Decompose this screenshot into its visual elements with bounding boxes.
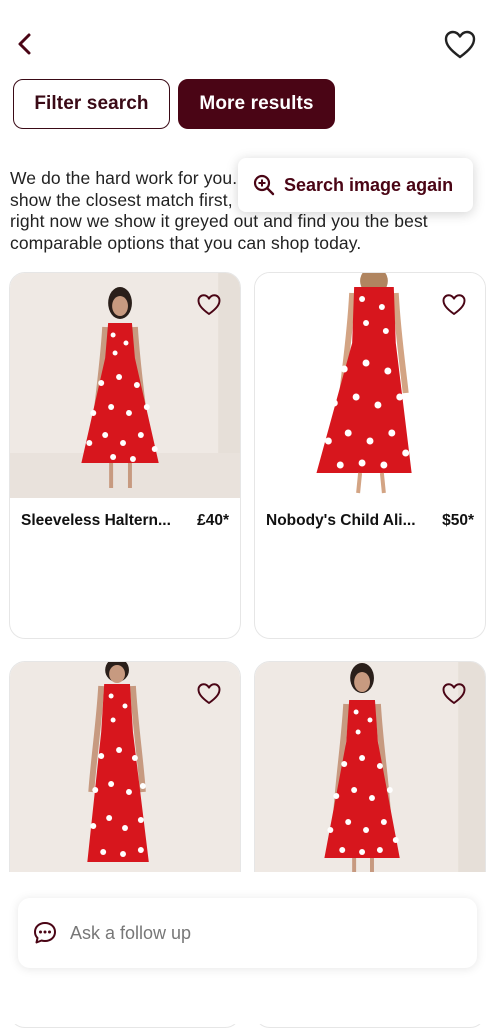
search-image-again-label: Search image again	[284, 174, 454, 195]
product-price: £40*	[197, 512, 229, 529]
product-favorite-button[interactable]	[441, 682, 467, 706]
product-card[interactable]: Nobody's Child Ali... $50*	[254, 272, 486, 639]
product-card[interactable]: Sleeveless Haltern... £40*	[9, 272, 241, 639]
product-title: Sleeveless Haltern...	[21, 512, 171, 529]
heart-outline-icon	[442, 294, 466, 315]
favorite-button[interactable]	[443, 29, 477, 61]
heart-outline-icon	[444, 30, 476, 59]
product-title: Nobody's Child Ali...	[266, 512, 416, 529]
product-price: $50*	[442, 512, 474, 529]
product-favorite-button[interactable]	[196, 682, 222, 706]
search-image-again-button[interactable]: Search image again	[238, 158, 473, 212]
chevron-left-icon	[18, 33, 31, 55]
more-results-button[interactable]: More results	[178, 79, 335, 129]
heart-outline-icon	[442, 683, 466, 704]
follow-up-input[interactable]	[68, 921, 432, 945]
heart-outline-icon	[197, 294, 221, 315]
zoom-in-icon	[253, 174, 275, 196]
heart-outline-icon	[197, 683, 221, 704]
product-favorite-button[interactable]	[196, 293, 222, 317]
chat-bubble-icon	[34, 922, 56, 944]
back-button[interactable]	[10, 28, 42, 60]
filter-search-button[interactable]: Filter search	[13, 79, 170, 129]
product-favorite-button[interactable]	[441, 293, 467, 317]
follow-up-bar[interactable]	[18, 898, 477, 968]
